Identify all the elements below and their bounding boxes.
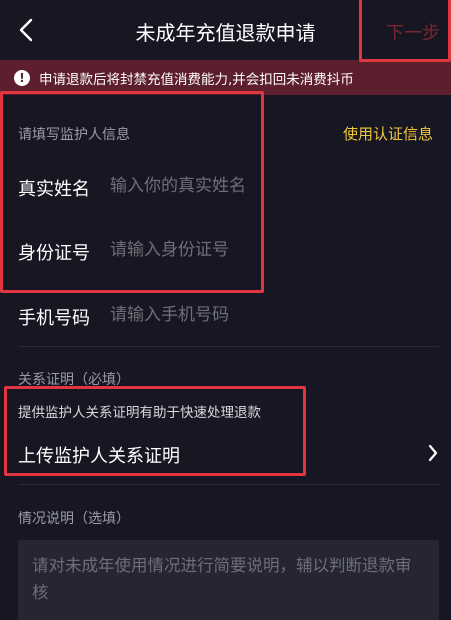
situation-box [18, 540, 439, 620]
page-title: 未成年充值退款申请 [135, 21, 316, 45]
situation-section-title: 情况说明（选填） [18, 511, 130, 527]
divider [18, 484, 439, 485]
divider [18, 346, 439, 347]
highlight-box [0, 91, 264, 293]
back-button[interactable] [14, 16, 38, 44]
chevron-left-icon [19, 18, 33, 42]
phone-input[interactable] [110, 302, 270, 328]
phone-label: 手机号码 [18, 308, 90, 329]
highlight-box [359, 0, 451, 62]
exclamation-icon: ! [14, 69, 30, 86]
banner-text: 申请退款后将封禁充值消费能力,并会扣回未消费抖币 [39, 71, 354, 88]
situation-textarea[interactable] [32, 552, 427, 616]
highlight-box [4, 386, 306, 476]
refund-warning-banner: ! 申请退款后将封禁充值消费能力,并会扣回未消费抖币 [0, 60, 451, 95]
use-cert-info-link[interactable]: 使用认证信息 [343, 123, 433, 144]
chevron-right-icon [428, 444, 438, 462]
